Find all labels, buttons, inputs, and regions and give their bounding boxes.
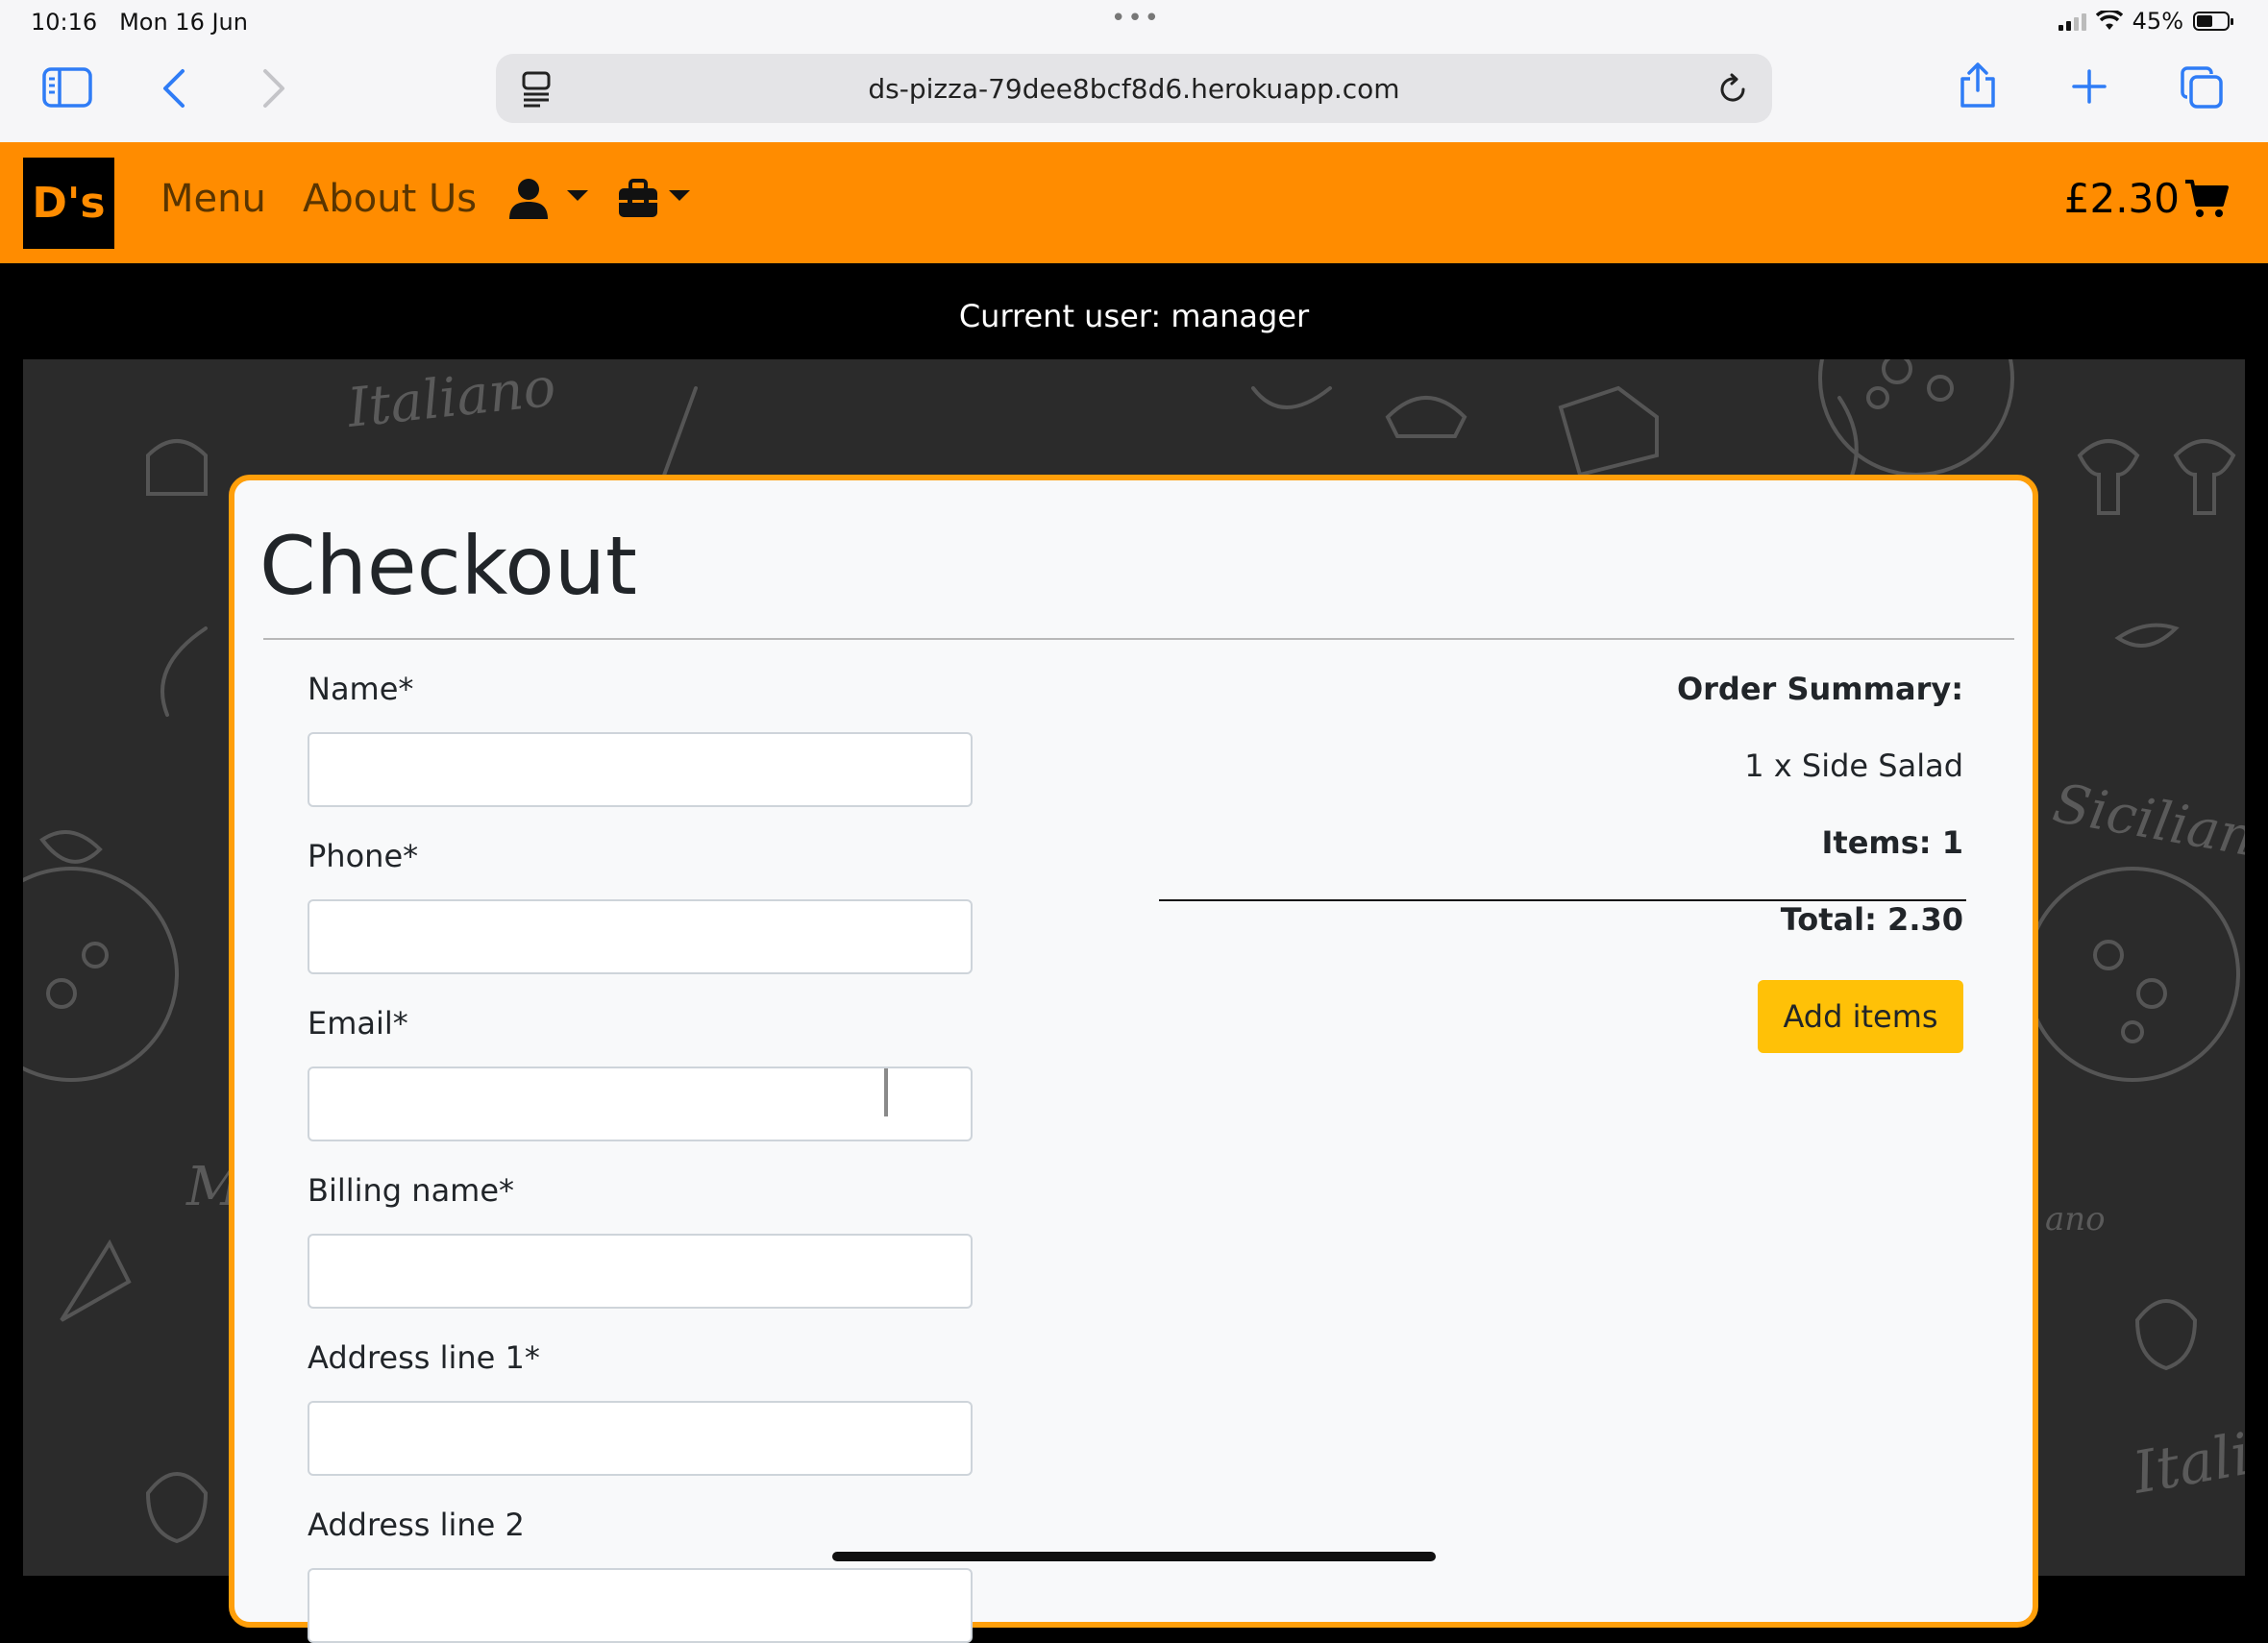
address-line-1-label: Address line 1* (308, 1339, 540, 1376)
billing-name-input[interactable] (308, 1234, 973, 1309)
order-summary-heading: Order Summary: (1676, 671, 1963, 707)
text-caret (884, 1068, 888, 1116)
toolbox-icon (619, 179, 690, 217)
cart-total: £2.30 (2063, 175, 2180, 222)
checkout-card: Checkout Name* Phone* Email* Billing nam… (229, 475, 2038, 1643)
home-indicator[interactable] (832, 1552, 1436, 1561)
management-dropdown[interactable] (617, 177, 703, 230)
nav-link-about-us[interactable]: About Us (303, 177, 477, 221)
order-item: 1 x Side Salad (1744, 748, 1963, 784)
current-user-banner: Current user: manager (0, 263, 2268, 359)
add-items-button[interactable]: Add items (1758, 980, 1963, 1053)
status-indicators: 45% (2058, 8, 2233, 35)
cart-icon (2185, 179, 2229, 217)
multitasking-dots-icon[interactable]: ••• (1111, 4, 1161, 33)
phone-label: Phone* (308, 838, 419, 874)
address-bar[interactable]: ds-pizza-79dee8bcf8d6.herokuapp.com (496, 54, 1772, 123)
nav-link-menu[interactable]: Menu (160, 177, 266, 221)
site-navbar: D's Menu About Us £2.30 (0, 142, 2268, 263)
battery-icon (2193, 12, 2233, 31)
items-count: Items: 1 (1821, 824, 1964, 861)
account-dropdown[interactable] (507, 177, 594, 230)
cellular-signal-icon (2058, 12, 2086, 31)
reload-icon[interactable] (1716, 73, 1749, 106)
clock: 10:16 (31, 9, 98, 36)
user-icon (509, 179, 588, 219)
address-line-2-input[interactable] (308, 1568, 973, 1643)
back-icon[interactable] (161, 67, 186, 110)
status-bar: 10:16 Mon 16 Jun ••• 45% (0, 0, 2268, 46)
billing-name-label: Billing name* (308, 1172, 515, 1209)
plus-icon[interactable] (2072, 69, 2107, 104)
name-input[interactable] (308, 732, 973, 807)
name-label: Name* (308, 671, 414, 707)
brand-logo[interactable]: D's (23, 158, 114, 249)
sidebar-icon[interactable] (42, 67, 92, 108)
address-line-2-label: Address line 2 (308, 1507, 525, 1543)
share-icon[interactable] (1957, 61, 1999, 110)
order-total: Total: 2.30 (1780, 901, 1963, 938)
battery-percent: 45% (2132, 8, 2183, 35)
date: Mon 16 Jun (119, 9, 248, 36)
svg-text:Italiano: Italiano (2127, 1402, 2245, 1507)
wifi-icon (2095, 11, 2123, 30)
phone-input[interactable] (308, 899, 973, 974)
svg-text:Italiano: Italiano (344, 359, 559, 440)
forward-icon[interactable] (261, 67, 286, 110)
email-input[interactable] (308, 1067, 973, 1141)
tabs-icon[interactable] (2180, 65, 2224, 110)
title-divider (263, 638, 2014, 640)
status-time: 10:16 Mon 16 Jun (31, 9, 248, 36)
browser-toolbar: ds-pizza-79dee8bcf8d6.herokuapp.com (0, 46, 2268, 142)
cart-link[interactable]: £2.30 (2064, 175, 2230, 222)
page-title: Checkout (259, 519, 637, 613)
address-line-1-input[interactable] (308, 1401, 973, 1476)
email-label: Email* (308, 1005, 408, 1042)
svg-text:ano: ano (2045, 1200, 2106, 1238)
svg-text:Siciliano: Siciliano (2049, 772, 2245, 874)
url-text[interactable]: ds-pizza-79dee8bcf8d6.herokuapp.com (496, 73, 1772, 105)
